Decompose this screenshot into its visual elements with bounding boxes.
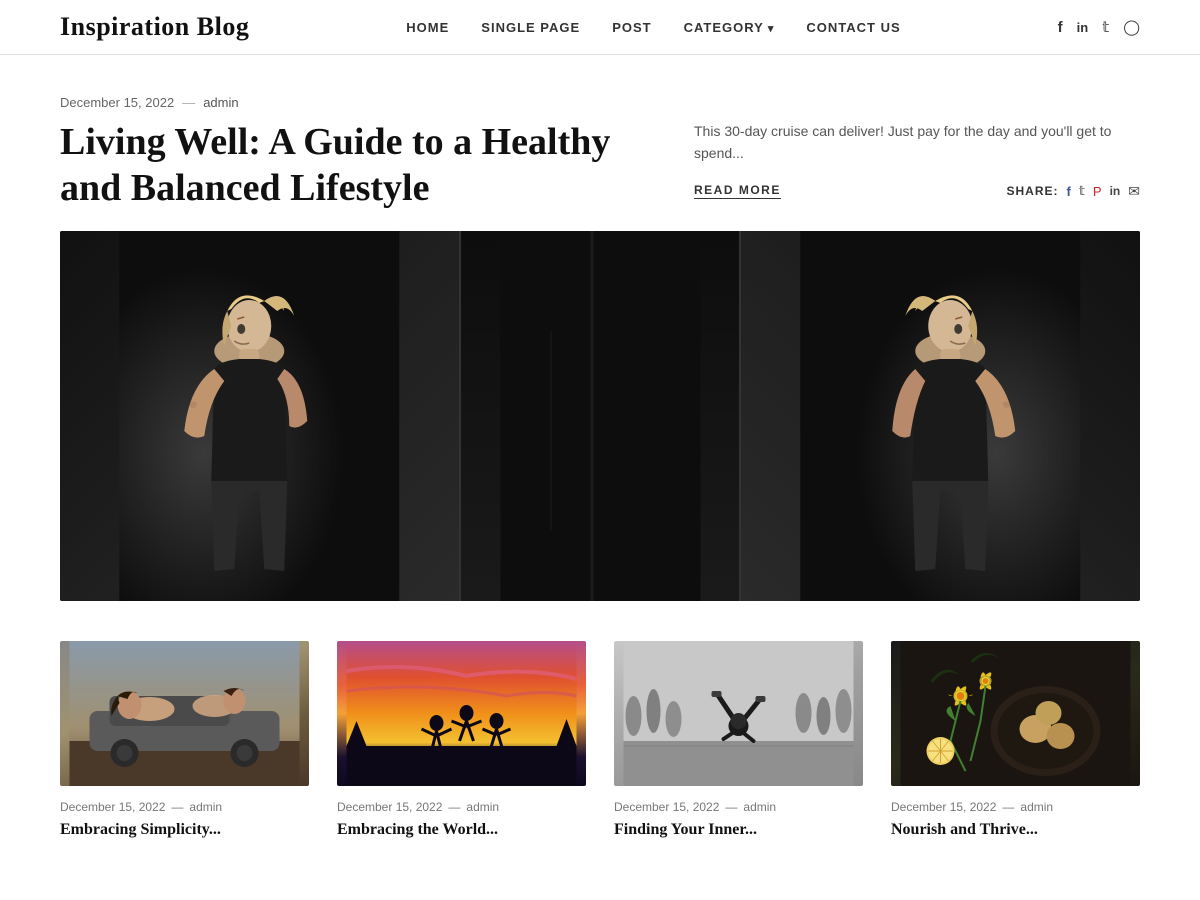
facebook-icon[interactable]: f xyxy=(1058,19,1063,36)
main-content: December 15, 2022 — admin Living Well: A… xyxy=(0,55,1200,881)
grid-post-2: December 15, 2022 — admin Embracing the … xyxy=(337,641,586,841)
posts-grid: December 15, 2022 — admin Embracing Simp… xyxy=(60,641,1140,841)
grid-post-3-title[interactable]: Finding Your Inner... xyxy=(614,820,863,841)
share-pinterest-icon[interactable]: P xyxy=(1093,184,1102,199)
instagram-icon[interactable]: ◯ xyxy=(1123,18,1140,37)
grid-post-3-dash: — xyxy=(725,800,737,814)
featured-post-title: Living Well: A Guide to a Healthy and Ba… xyxy=(60,120,654,211)
social-icons-group: f in 𝕥 ◯ xyxy=(1058,18,1140,37)
nav-contact[interactable]: CONTACT US xyxy=(806,20,900,35)
hero-panel-left xyxy=(60,231,461,601)
featured-post: December 15, 2022 — admin Living Well: A… xyxy=(60,95,1140,601)
read-more-row: READ MORE SHARE: f 𝕥 P in ✉ xyxy=(694,183,1140,200)
share-twitter-icon[interactable]: 𝕥 xyxy=(1079,183,1085,199)
grid-image-1[interactable] xyxy=(60,641,309,786)
nav-post[interactable]: POST xyxy=(612,20,651,35)
grid-post-4-author: admin xyxy=(1020,800,1053,814)
grid-post-4-dash: — xyxy=(1002,800,1014,814)
main-nav: HOME SINGLE PAGE POST CATEGORY CONTACT U… xyxy=(406,20,900,35)
hero-panel-middle xyxy=(461,231,742,601)
grid-post-1-title[interactable]: Embracing Simplicity... xyxy=(60,820,309,841)
grid-post-2-date: December 15, 2022 xyxy=(337,800,442,814)
featured-layout: Living Well: A Guide to a Healthy and Ba… xyxy=(60,120,1140,211)
nav-category[interactable]: CATEGORY xyxy=(684,20,775,35)
grid-post-2-dash: — xyxy=(448,800,460,814)
grid-post-1-meta: December 15, 2022 — admin xyxy=(60,800,309,814)
nav-home[interactable]: HOME xyxy=(406,20,449,35)
share-linkedin-icon[interactable]: in xyxy=(1110,184,1121,198)
twitter-icon[interactable]: 𝕥 xyxy=(1102,18,1109,36)
grid-post-2-title[interactable]: Embracing the World... xyxy=(337,820,586,841)
site-logo[interactable]: Inspiration Blog xyxy=(60,12,249,42)
read-more-link[interactable]: READ MORE xyxy=(694,183,781,199)
hero-image xyxy=(60,231,1140,601)
grid-post-4-title[interactable]: Nourish and Thrive... xyxy=(891,820,1140,841)
grid-post-1-dash: — xyxy=(171,800,183,814)
hero-panel-right xyxy=(741,231,1140,601)
featured-excerpt-area: This 30-day cruise can deliver! Just pay… xyxy=(694,120,1140,200)
grid-post-4: December 15, 2022 — admin Nourish and Th… xyxy=(891,641,1140,841)
nav-single-page[interactable]: SINGLE PAGE xyxy=(481,20,580,35)
grid-post-2-author: admin xyxy=(466,800,499,814)
meta-dash: — xyxy=(182,95,195,110)
grid-image-4[interactable] xyxy=(891,641,1140,786)
featured-post-date: December 15, 2022 xyxy=(60,95,174,110)
featured-post-author: admin xyxy=(203,95,238,110)
grid-image-2[interactable] xyxy=(337,641,586,786)
share-facebook-icon[interactable]: f xyxy=(1067,184,1071,199)
featured-post-meta: December 15, 2022 — admin xyxy=(60,95,1140,110)
site-header: Inspiration Blog HOME SINGLE PAGE POST C… xyxy=(0,0,1200,55)
grid-post-2-meta: December 15, 2022 — admin xyxy=(337,800,586,814)
grid-post-3-author: admin xyxy=(743,800,776,814)
grid-image-3[interactable] xyxy=(614,641,863,786)
grid-post-4-date: December 15, 2022 xyxy=(891,800,996,814)
featured-excerpt-text: This 30-day cruise can deliver! Just pay… xyxy=(694,120,1140,165)
linkedin-icon[interactable]: in xyxy=(1077,20,1089,35)
grid-post-3-meta: December 15, 2022 — admin xyxy=(614,800,863,814)
grid-post-4-meta: December 15, 2022 — admin xyxy=(891,800,1140,814)
grid-post-3-date: December 15, 2022 xyxy=(614,800,719,814)
grid-post-1: December 15, 2022 — admin Embracing Simp… xyxy=(60,641,309,841)
share-label: SHARE: xyxy=(1007,184,1059,198)
share-row: SHARE: f 𝕥 P in ✉ xyxy=(1007,183,1141,200)
grid-post-3: December 15, 2022 — admin Finding Your I… xyxy=(614,641,863,841)
grid-post-1-author: admin xyxy=(189,800,222,814)
share-email-icon[interactable]: ✉ xyxy=(1128,183,1140,200)
grid-post-1-date: December 15, 2022 xyxy=(60,800,165,814)
